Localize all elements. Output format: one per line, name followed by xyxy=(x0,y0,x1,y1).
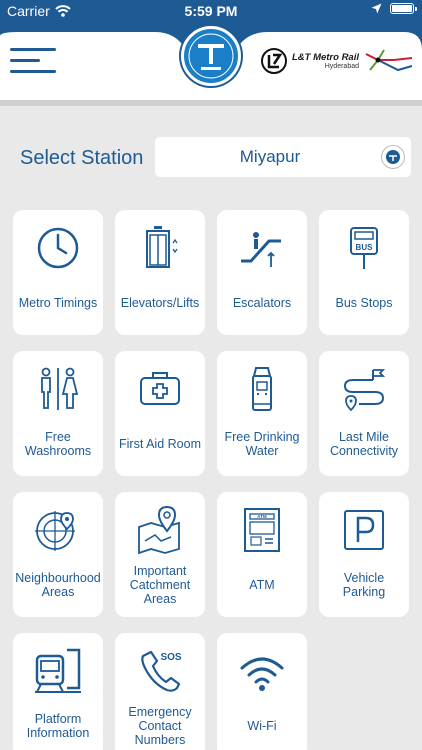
tile-platform-information[interactable]: Platform Information xyxy=(13,633,103,750)
tile-bus-stops[interactable]: BUS Bus Stops xyxy=(319,210,409,335)
tile-escalators[interactable]: Escalators xyxy=(217,210,307,335)
platform-train-icon xyxy=(35,648,81,693)
route-icon xyxy=(343,369,386,412)
parking-icon xyxy=(344,510,384,550)
bus-stop-icon: BUS xyxy=(350,227,378,269)
tile-label: Vehicle Parking xyxy=(342,571,386,599)
tile-first-aid-room[interactable]: First Aid Room xyxy=(115,351,205,476)
first-aid-kit-icon xyxy=(140,372,180,405)
tile-label: Free Washrooms xyxy=(24,430,92,458)
tsavaari-logo-icon xyxy=(181,26,241,86)
tile-label: ATM xyxy=(249,578,275,592)
station-logo-icon xyxy=(381,145,405,169)
tile-label: Metro Timings xyxy=(18,296,98,310)
svg-text:ATM: ATM xyxy=(257,514,267,519)
tile-wi-fi[interactable]: Wi-Fi xyxy=(217,633,307,750)
location-arrow-icon xyxy=(371,3,382,14)
selected-station: Miyapur xyxy=(239,147,301,166)
escalator-icon xyxy=(241,232,281,267)
elevator-icon xyxy=(146,226,178,268)
tile-label: Last Mile Connectivity xyxy=(329,430,399,458)
clock-icon xyxy=(37,227,79,269)
atm-icon: ATM xyxy=(244,508,280,552)
svg-text:SOS: SOS xyxy=(160,652,181,663)
tile-elevators-lifts[interactable]: Elevators/Lifts xyxy=(115,210,205,335)
map-pin-icon xyxy=(138,505,180,555)
tile-metro-timings[interactable]: Metro Timings xyxy=(13,210,103,335)
tile-label: Wi-Fi xyxy=(247,719,277,733)
tile-last-mile-connectivity[interactable]: Last Mile Connectivity xyxy=(319,351,409,476)
tile-free-washrooms[interactable]: Free Washrooms xyxy=(13,351,103,476)
tile-label: Platform Information xyxy=(26,712,90,740)
tile-label: Neighbourhood Areas xyxy=(15,571,101,599)
status-right xyxy=(371,3,417,14)
tile-label: Free Drinking Water xyxy=(224,430,300,458)
lt-emblem-icon xyxy=(260,48,287,74)
menu-button[interactable] xyxy=(10,48,56,76)
battery-icon xyxy=(390,3,417,14)
tile-important-catchment-areas[interactable]: Important Catchment Areas xyxy=(115,492,205,617)
water-dispenser-icon xyxy=(252,367,272,411)
brand-city: Hyderabad xyxy=(324,63,359,70)
tile-label: Important Catchment Areas xyxy=(129,564,191,606)
status-bar: Carrier 5:59 PM xyxy=(0,0,422,22)
tile-neighbourhood-areas[interactable]: Neighbourhood Areas xyxy=(13,492,103,617)
metro-route-map-icon xyxy=(365,49,413,72)
tile-free-drinking-water[interactable]: Free Drinking Water xyxy=(217,351,307,476)
tile-emergency-contact-numbers[interactable]: SOS Emergency Contact Numbers xyxy=(115,633,205,750)
tile-vehicle-parking[interactable]: Vehicle Parking xyxy=(319,492,409,617)
sos-phone-icon: SOS xyxy=(141,650,182,692)
tile-label: Emergency Contact Numbers xyxy=(128,705,192,747)
app-header: L&T Metro Rail Hyderabad xyxy=(0,22,422,106)
tile-atm[interactable]: ATM ATM xyxy=(217,492,307,617)
lt-metro-rail-logo: L&T Metro Rail Hyderabad xyxy=(260,48,414,74)
brand-name: L&T Metro Rail xyxy=(291,52,359,63)
station-selector[interactable]: Miyapur xyxy=(155,137,411,177)
wifi-icon xyxy=(240,657,284,691)
tile-label: Elevators/Lifts xyxy=(120,296,200,310)
tile-label: Bus Stops xyxy=(335,296,393,310)
select-station-label: Select Station xyxy=(20,147,144,169)
tile-label: Escalators xyxy=(232,296,292,310)
neighbourhood-radar-icon xyxy=(35,511,75,551)
washroom-icon xyxy=(41,367,79,410)
status-time: 5:59 PM xyxy=(184,3,238,19)
tile-label: First Aid Room xyxy=(119,437,201,451)
svg-text:BUS: BUS xyxy=(356,243,374,252)
